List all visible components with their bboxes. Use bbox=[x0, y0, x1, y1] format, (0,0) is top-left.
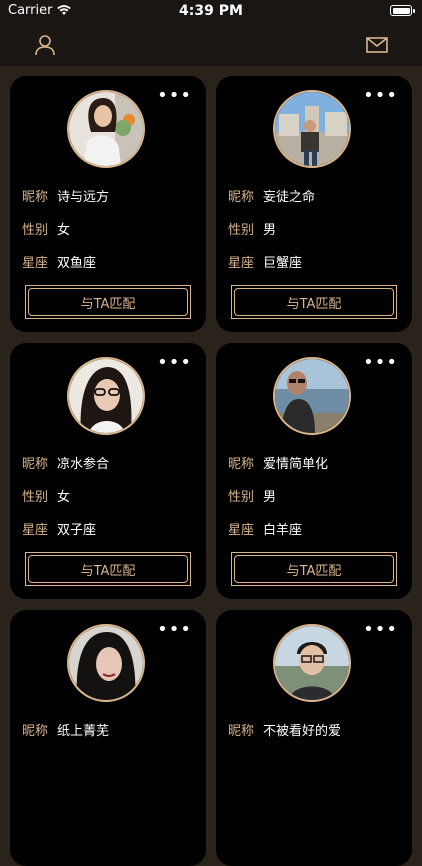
avatar[interactable] bbox=[273, 357, 351, 435]
gender-value: 女 bbox=[57, 490, 71, 505]
nickname-row: 昵称 不被看好的爱 bbox=[228, 724, 342, 739]
avatar[interactable] bbox=[273, 90, 351, 168]
zodiac-value: 双子座 bbox=[57, 523, 97, 538]
more-options-icon[interactable]: ••• bbox=[363, 87, 398, 105]
battery-icon bbox=[390, 5, 415, 16]
nickname-value: 不被看好的爱 bbox=[263, 724, 342, 739]
nickname-value: 诗与远方 bbox=[57, 190, 110, 205]
gender-row: 性别男 bbox=[228, 490, 277, 505]
user-card[interactable]: ••• 昵称 爱情简单化 性别男 星座 白羊座 与TA匹配 bbox=[216, 343, 412, 599]
zodiac-value: 白羊座 bbox=[263, 523, 303, 538]
gender-row: 性别男 bbox=[228, 223, 277, 238]
zodiac-row: 星座 白羊座 bbox=[228, 523, 303, 538]
match-button[interactable]: 与TA匹配 bbox=[25, 552, 191, 586]
match-button[interactable]: 与TA匹配 bbox=[231, 285, 397, 319]
more-options-icon[interactable]: ••• bbox=[157, 354, 192, 372]
zodiac-value: 巨蟹座 bbox=[263, 256, 303, 271]
nickname-value: 妄徒之命 bbox=[263, 190, 316, 205]
avatar[interactable] bbox=[67, 624, 145, 702]
status-bar: Carrier 4:39 PM bbox=[0, 0, 422, 24]
more-options-icon[interactable]: ••• bbox=[157, 87, 192, 105]
user-card[interactable]: ••• 昵称 凉水参合 性别女 星座 双子座 与TA匹配 bbox=[10, 343, 206, 599]
zodiac-value: 双鱼座 bbox=[57, 256, 97, 271]
match-button[interactable]: 与TA匹配 bbox=[231, 552, 397, 586]
nickname-row: 昵称 爱情简单化 bbox=[228, 457, 329, 472]
nickname-row: 昵称 妄徒之命 bbox=[228, 190, 316, 205]
more-options-icon[interactable]: ••• bbox=[363, 621, 398, 639]
nav-bar bbox=[0, 24, 422, 66]
person-icon bbox=[35, 35, 55, 56]
nickname-value: 凉水参合 bbox=[57, 457, 110, 472]
avatar[interactable] bbox=[67, 90, 145, 168]
more-options-icon[interactable]: ••• bbox=[157, 621, 192, 639]
mail-icon bbox=[366, 37, 388, 53]
gender-row: 性别女 bbox=[22, 490, 71, 505]
zodiac-row: 星座 双鱼座 bbox=[22, 256, 97, 271]
nickname-value: 爱情简单化 bbox=[263, 457, 329, 472]
gender-row: 性别女 bbox=[22, 223, 71, 238]
gender-value: 男 bbox=[263, 223, 277, 238]
nickname-row: 昵称 凉水参合 bbox=[22, 457, 110, 472]
nickname-row: 昵称 纸上菁芜 bbox=[22, 724, 110, 739]
gender-value: 男 bbox=[263, 490, 277, 505]
zodiac-row: 星座 双子座 bbox=[22, 523, 97, 538]
avatar[interactable] bbox=[67, 357, 145, 435]
gender-value: 女 bbox=[57, 223, 71, 238]
clock: 4:39 PM bbox=[179, 3, 243, 19]
user-card[interactable]: ••• 昵称 纸上菁芜 bbox=[10, 610, 206, 866]
more-options-icon[interactable]: ••• bbox=[363, 354, 398, 372]
messages-button[interactable] bbox=[362, 30, 392, 60]
profile-button[interactable] bbox=[30, 30, 60, 60]
nickname-row: 昵称 诗与远方 bbox=[22, 190, 110, 205]
zodiac-row: 星座 巨蟹座 bbox=[228, 256, 303, 271]
nickname-value: 纸上菁芜 bbox=[57, 724, 110, 739]
avatar[interactable] bbox=[273, 624, 351, 702]
user-card[interactable]: ••• 昵称 不被看好的爱 bbox=[216, 610, 412, 866]
match-button[interactable]: 与TA匹配 bbox=[25, 285, 191, 319]
user-card[interactable]: ••• 昵称 诗与远方 性别女 星座 双鱼座 与TA匹配 bbox=[10, 76, 206, 332]
user-card[interactable]: ••• 昵称 妄徒之命 性别男 星座 巨蟹座 与TA匹配 bbox=[216, 76, 412, 332]
